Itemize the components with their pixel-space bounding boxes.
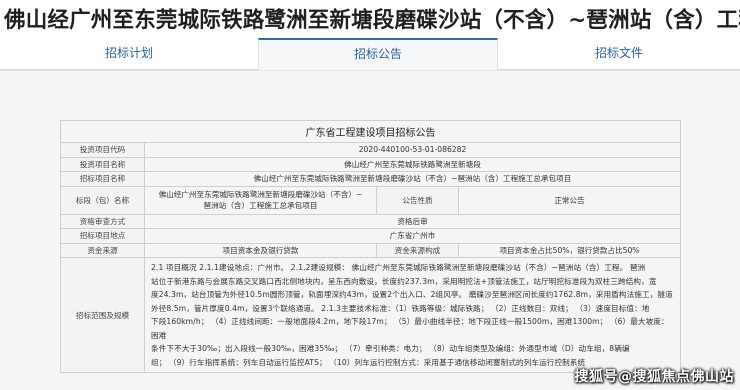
scope-label: 招标范围及规模 (60, 257, 145, 373)
table-row: 投资项目代码 2020-440100-53-01-086282 (60, 142, 681, 158)
table-row: 标段（包）名称 佛山经广州至东莞城际铁路鹭洲至新塘段磨碟沙站（不含）~ 琶洲站（… (60, 185, 681, 215)
table-row: 招标项目名称 佛山经广州至东莞城际铁路鹭洲至新塘段磨碟沙站（不含）~琶洲站（含）… (60, 171, 681, 187)
section-value: 佛山经广州至东莞城际铁路鹭洲至新塘段磨碟沙站（不含）~ 琶洲站（含）工程施工总承… (144, 185, 377, 215)
project-code-value: 2020-440100-53-01-086282 (144, 142, 681, 158)
scope-line: 外径8.5m，管片厚度0.4m，设置3个联络通道。 2.1.3主要技术标准：（1… (151, 303, 650, 313)
project-name-label: 投资项目名称 (60, 156, 145, 172)
section-value-line2: 琶洲站（含）工程施工总承包项目 (203, 201, 318, 210)
project-code-label: 投资项目代码 (60, 142, 145, 158)
tab-tender-plan[interactable]: 招标计划 (0, 38, 258, 70)
tender-project-name-value: 佛山经广州至东莞城际铁路鹭洲至新塘段磨碟沙站（不含）~琶洲站（含）工程施工总承包… (144, 171, 681, 187)
table-row: 资格审查方式 资格后审 (60, 213, 681, 229)
scope-line: 2.1 项目概况 2.1.1建设地点：广州市。 2.1.2建设规模： 佛山经广州… (151, 263, 646, 272)
table-row: 资金来源 项目资本金及银行贷款 资金来源构成 项目资本金占比50%，银行贷款占比… (60, 242, 681, 258)
funding-source-value: 项目资本金及银行贷款 (144, 242, 377, 258)
scope-description: 2.1 项目概况 2.1.1建设地点：广州市。 2.1.2建设规模： 佛山经广州… (144, 257, 681, 373)
page-header: 佛山经广州至东莞城际铁路鹭洲至新塘段磨碟沙站（不含）~琶洲站（含）工程施... (0, 0, 740, 38)
project-name-value: 佛山经广州至东莞城际铁路鹭洲至新塘段 (144, 156, 681, 172)
funding-composition-label: 资金来源构成 (376, 242, 459, 258)
qualification-label: 资格审查方式 (60, 213, 145, 229)
table-row: 投资项目名称 佛山经广州至东莞城际铁路鹭洲至新塘段 (60, 156, 681, 172)
scope-line: 下段160km/h； （4）正线线间距：一般地面段4.2m，地下段17m； （5… (151, 317, 669, 340)
page-title: 佛山经广州至东莞城际铁路鹭洲至新塘段磨碟沙站（不含）~琶洲站（含）工程施... (4, 8, 740, 33)
announcement-nature-label: 公告性质 (376, 185, 459, 215)
section-value-line1: 佛山经广州至东莞城际铁路鹭洲至新塘段磨碟沙站（不含）~ (158, 190, 363, 199)
announcement-nature-value: 正常公告 (458, 185, 681, 215)
qualification-value: 资格后审 (144, 213, 681, 229)
funding-source-label: 资金来源 (60, 242, 145, 258)
scope-line: 条件下不大于30‰；出入段线一般30‰，困难35‰； （7）牵引种类：电力； （… (151, 344, 630, 353)
section-label: 标段（包）名称 (60, 185, 145, 215)
scope-line: 站位于新港东路与会展东路交叉路口西北侧地块内，呈东西向敷设，长度约237.3m，… (151, 276, 657, 286)
scope-line: 度24.3m，站台顶管为外径10.5m圆形顶管，轨面埋深约43m，设置2个出入口… (151, 290, 673, 299)
table-row: 招标范围及规模 2.1 项目概况 2.1.1建设地点：广州市。 2.1.2建设规… (60, 257, 681, 373)
tab-bar: 招标计划 招标公告 招标文件 (0, 38, 740, 70)
document-title: 广东省工程建设项目招标公告 (60, 120, 681, 143)
tab-tender-documents[interactable]: 招标文件 (498, 38, 740, 70)
announcement-table: 广东省工程建设项目招标公告 投资项目代码 2020-440100-53-01-0… (60, 120, 681, 373)
tab-tender-announcement[interactable]: 招标公告 (258, 38, 498, 70)
table-row: 招标项目地点 广东省广州市 (60, 228, 681, 244)
tender-project-name-label: 招标项目名称 (60, 171, 145, 187)
funding-composition-value: 项目资本金占比50%，银行贷款占比50% (458, 242, 681, 258)
watermark: 搜狐号@搜狐焦点佛山站 (574, 369, 734, 385)
location-label: 招标项目地点 (60, 228, 145, 244)
location-value: 广东省广州市 (144, 228, 681, 244)
